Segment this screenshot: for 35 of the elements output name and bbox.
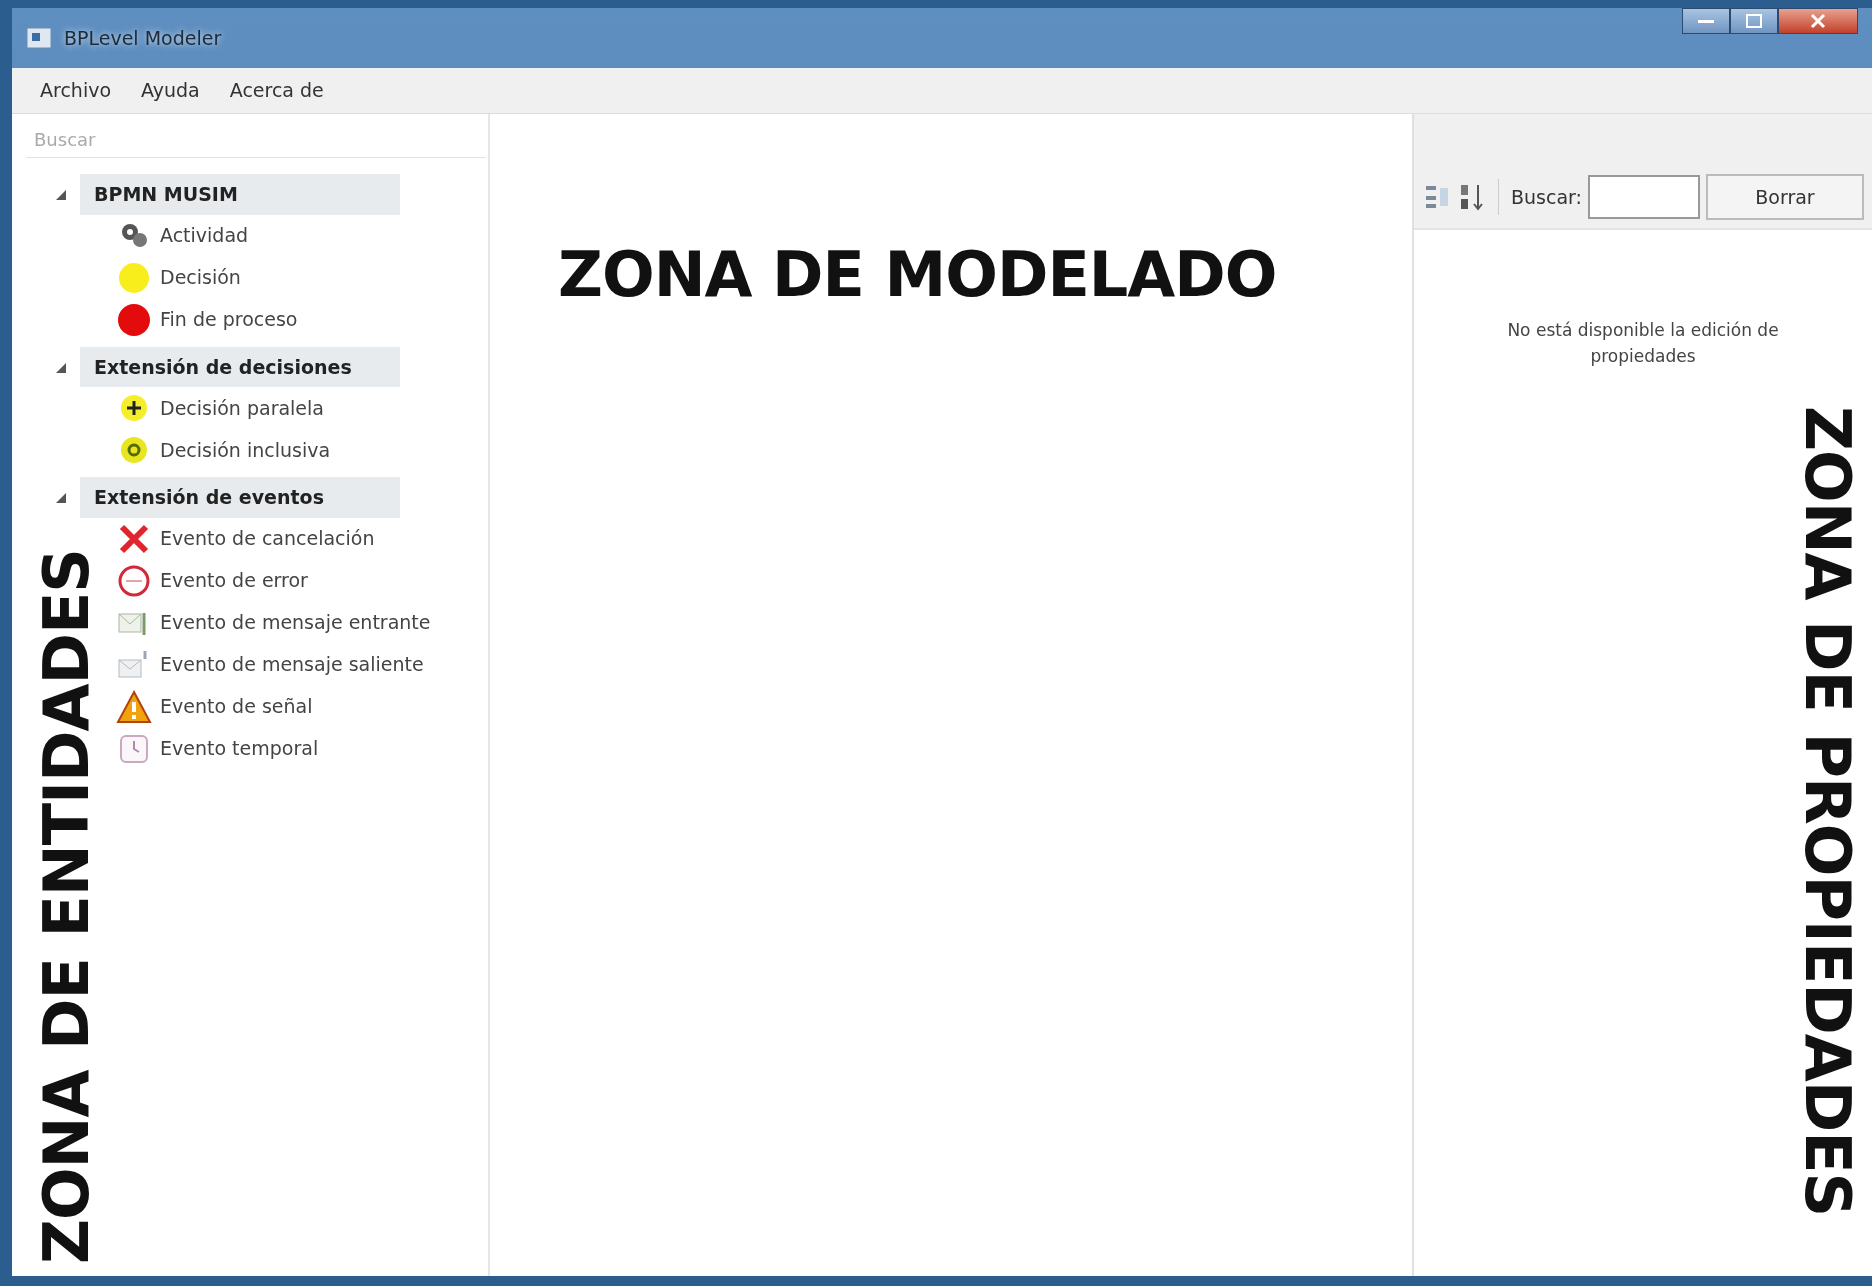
tree-item[interactable]: Evento temporal bbox=[160, 734, 319, 763]
search-label: Buscar: bbox=[1511, 184, 1582, 210]
minimize-button[interactable] bbox=[1682, 8, 1730, 34]
tree-item[interactable]: Decisión paralela bbox=[160, 393, 324, 423]
tree-item[interactable]: Evento de señal bbox=[160, 692, 313, 721]
tree-item[interactable]: Fin de proceso bbox=[160, 305, 298, 334]
menu-item[interactable]: Archivo bbox=[40, 76, 112, 105]
minimize-icon bbox=[1698, 18, 1714, 24]
tree-item[interactable]: Evento de mensaje saliente bbox=[160, 650, 424, 679]
zone-label: ZONA DE ENTIDADES bbox=[36, 548, 98, 1264]
tree-item[interactable]: Evento de error bbox=[160, 566, 308, 595]
zone-label: ZONA DE PROPIEDADES bbox=[1796, 406, 1858, 1217]
search-field[interactable] bbox=[1587, 175, 1700, 219]
menu-item[interactable]: Acerca de bbox=[229, 76, 324, 105]
properties-message: No está disponible la edición de propiedades bbox=[1506, 319, 1780, 368]
maximize-button[interactable] bbox=[1730, 8, 1778, 34]
close-button[interactable] bbox=[1778, 8, 1858, 34]
window-title: BPLevel Modeler bbox=[64, 25, 222, 51]
menu-item[interactable]: Ayuda bbox=[141, 76, 200, 105]
circle-icon bbox=[116, 301, 152, 338]
clear-button[interactable]: Borrar bbox=[1705, 174, 1864, 220]
tree-item[interactable]: Decisión inclusiva bbox=[160, 435, 331, 465]
tree-group-header[interactable]: Extensión de eventos bbox=[80, 477, 400, 518]
zone-label: ZONA DE MODELADO bbox=[558, 244, 1277, 306]
tree-item[interactable]: Actividad bbox=[160, 221, 249, 250]
close-icon bbox=[1810, 13, 1826, 29]
app-icon bbox=[26, 27, 52, 49]
tree-item[interactable]: Evento de cancelación bbox=[160, 524, 375, 553]
tree-group-header[interactable]: BPMN MUSIM bbox=[80, 174, 400, 215]
tree-item[interactable]: Decisión bbox=[160, 263, 241, 292]
tree-group-header[interactable]: Extensión de decisiones bbox=[80, 346, 400, 387]
tree-item[interactable]: Evento de mensaje entrante bbox=[160, 608, 431, 637]
maximize-icon bbox=[1746, 14, 1762, 28]
warning-triangle-icon bbox=[116, 688, 152, 725]
sort-alphabetical-icon[interactable] bbox=[1458, 182, 1486, 212]
